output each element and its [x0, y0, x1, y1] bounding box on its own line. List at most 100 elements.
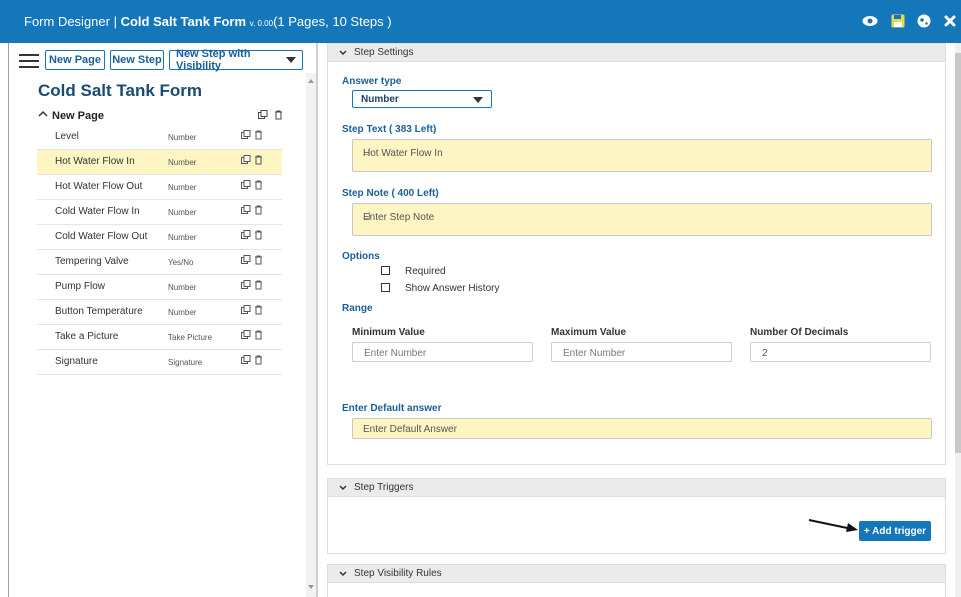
scrollbar-thumb[interactable]	[955, 53, 961, 453]
steps-list: Level Number Hot Water Flow In Number Hot Wa…	[37, 125, 282, 375]
trash-icon[interactable]	[254, 330, 263, 340]
chevron-down-icon	[339, 569, 347, 580]
save-icon[interactable]	[888, 11, 908, 31]
new-step-visibility-label: New Step with Visibility	[176, 48, 251, 72]
range-label: Range	[342, 303, 373, 314]
show-history-checkbox[interactable]	[381, 283, 390, 292]
copy-icon[interactable]	[241, 305, 251, 315]
copy-icon[interactable]	[241, 205, 251, 215]
copy-icon[interactable]	[241, 230, 251, 240]
step-name: Tempering Valve	[55, 256, 129, 267]
step-type: Number	[168, 133, 197, 142]
step-name: Button Temperature	[55, 306, 143, 317]
title-prefix: Form Designer |	[24, 14, 117, 29]
copy-icon[interactable]	[241, 155, 251, 165]
globe-icon[interactable]	[914, 11, 934, 31]
step-triggers-section: Step Triggers + Add trigger	[327, 478, 946, 554]
window-title: Form Designer | Cold Salt Tank Form v. 0…	[24, 14, 392, 29]
right-scrollbar[interactable]	[955, 43, 961, 597]
left-scrollbar[interactable]	[306, 73, 316, 597]
step-type: Number	[168, 183, 197, 192]
step-row[interactable]: Take a Picture Take Picture	[37, 325, 282, 350]
decimals-input[interactable]: 2	[750, 342, 931, 362]
step-row[interactable]: Hot Water Flow Out Number	[37, 175, 282, 200]
trash-icon[interactable]	[274, 110, 283, 120]
step-name: Cold Water Flow In	[55, 206, 140, 217]
step-settings-header[interactable]: Step Settings	[328, 44, 945, 62]
step-type: Number	[168, 233, 197, 242]
chevron-down-icon	[339, 483, 347, 494]
show-history-label: Show Answer History	[405, 283, 500, 294]
form-title: Cold Salt Tank Form	[38, 81, 203, 100]
default-answer-input[interactable]: Enter Default Answer	[352, 418, 932, 439]
trash-icon[interactable]	[254, 305, 263, 315]
resize-handle-icon[interactable]	[363, 212, 370, 219]
new-step-visibility-select[interactable]: New Step with Visibility	[169, 48, 303, 72]
trash-icon[interactable]	[254, 230, 263, 240]
copy-icon[interactable]	[258, 110, 268, 120]
chevron-up-icon[interactable]	[38, 109, 48, 121]
step-visibility-section: Step Visibility Rules	[327, 564, 946, 597]
step-text-value: Hot Water Flow In	[363, 148, 443, 159]
step-note-label: Step Note ( 400 Left)	[342, 188, 439, 199]
step-text-field[interactable]: Hot Water Flow In	[352, 139, 932, 172]
copy-icon[interactable]	[241, 180, 251, 190]
copy-icon[interactable]	[241, 355, 251, 365]
trash-icon[interactable]	[254, 205, 263, 215]
step-name: Cold Water Flow Out	[55, 231, 148, 242]
eye-icon[interactable]	[860, 11, 880, 31]
step-note-field[interactable]: Enter Step Note	[352, 203, 932, 236]
step-row[interactable]: Level Number	[37, 125, 282, 150]
new-step-button[interactable]: New Step	[110, 50, 164, 70]
step-row[interactable]: Cold Water Flow Out Number	[37, 225, 282, 250]
decimals-label: Number Of Decimals	[750, 327, 849, 338]
title-form-name: Cold Salt Tank Form	[120, 14, 247, 29]
copy-icon[interactable]	[241, 280, 251, 290]
trash-icon[interactable]	[254, 180, 263, 190]
required-checkbox[interactable]	[381, 266, 390, 275]
step-type: Signature	[168, 358, 203, 367]
answer-type-label: Answer type	[342, 76, 402, 87]
title-version: v. 0.00	[249, 19, 274, 28]
max-value-label: Maximum Value	[551, 327, 627, 338]
trash-icon[interactable]	[254, 255, 263, 265]
step-name: Signature	[55, 356, 98, 367]
copy-icon[interactable]	[241, 255, 251, 265]
step-type: Number	[168, 283, 197, 292]
step-name: Level	[55, 131, 79, 142]
settings-panel: Step Settings Answer type Number Step Te…	[318, 43, 961, 597]
add-trigger-button[interactable]: + Add trigger	[859, 521, 931, 541]
step-row[interactable]: Hot Water Flow In Number	[37, 150, 282, 175]
trash-icon[interactable]	[254, 130, 263, 140]
copy-icon[interactable]	[241, 330, 251, 340]
step-name: Hot Water Flow Out	[55, 181, 143, 192]
answer-type-value: Number	[361, 94, 399, 105]
step-name: Take a Picture	[55, 331, 119, 342]
trash-icon[interactable]	[254, 155, 263, 165]
step-triggers-title: Step Triggers	[354, 482, 414, 493]
step-type: Number	[168, 208, 197, 217]
max-value-input[interactable]: Enter Number	[551, 342, 732, 362]
default-answer-placeholder: Enter Default Answer	[363, 424, 457, 435]
step-triggers-header[interactable]: Step Triggers	[328, 479, 945, 497]
page-header[interactable]: New Page	[38, 107, 283, 127]
answer-type-select[interactable]: Number	[352, 90, 492, 108]
min-value-label: Minimum Value	[352, 327, 425, 338]
step-row[interactable]: Button Temperature Number	[37, 300, 282, 325]
menu-icon[interactable]	[19, 54, 39, 68]
new-page-button[interactable]: New Page	[45, 50, 105, 70]
options-label: Options	[342, 251, 380, 262]
trash-icon[interactable]	[254, 280, 263, 290]
step-row[interactable]: Pump Flow Number	[37, 275, 282, 300]
resize-handle-icon[interactable]	[363, 148, 370, 155]
step-visibility-header[interactable]: Step Visibility Rules	[328, 565, 945, 583]
min-value-input[interactable]: Enter Number	[352, 342, 533, 362]
form-tree-panel: New Page New Step New Step with Visibili…	[9, 43, 316, 597]
copy-icon[interactable]	[241, 130, 251, 140]
arrow-right-icon	[808, 519, 858, 532]
step-row[interactable]: Tempering Valve Yes/No	[37, 250, 282, 275]
step-row[interactable]: Signature Signature	[37, 350, 282, 375]
step-row[interactable]: Cold Water Flow In Number	[37, 200, 282, 225]
trash-icon[interactable]	[254, 355, 263, 365]
close-icon[interactable]	[940, 11, 960, 31]
